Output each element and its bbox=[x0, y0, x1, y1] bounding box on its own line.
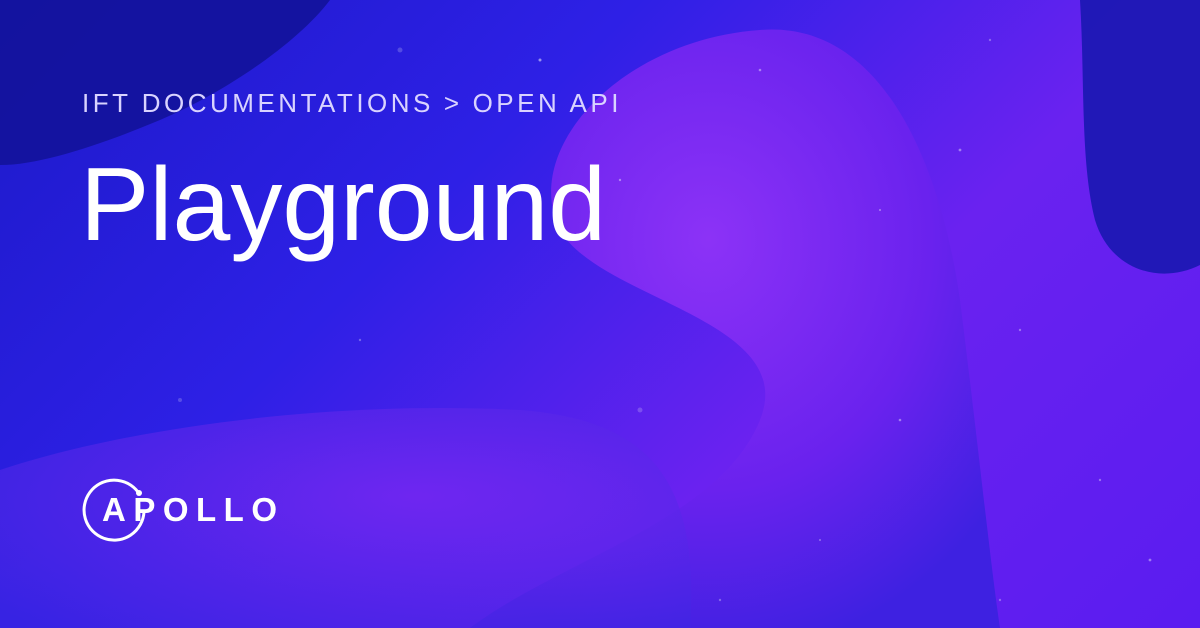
breadcrumb: IFT DOCUMENTATIONS > OPEN API bbox=[82, 88, 622, 119]
brand-name: APOLLO bbox=[102, 491, 285, 528]
page-title: Playground bbox=[80, 147, 607, 263]
apollo-logo: APOLLO bbox=[80, 478, 277, 547]
breadcrumb-current[interactable]: OPEN API bbox=[473, 88, 622, 118]
breadcrumb-separator: > bbox=[443, 88, 463, 118]
navy-blob-topright bbox=[1080, 0, 1200, 274]
social-card: IFT DOCUMENTATIONS > OPEN API Playground A… bbox=[0, 0, 1200, 628]
breadcrumb-root[interactable]: IFT DOCUMENTATIONS bbox=[82, 88, 434, 118]
navy-blob-topleft bbox=[0, 0, 330, 165]
